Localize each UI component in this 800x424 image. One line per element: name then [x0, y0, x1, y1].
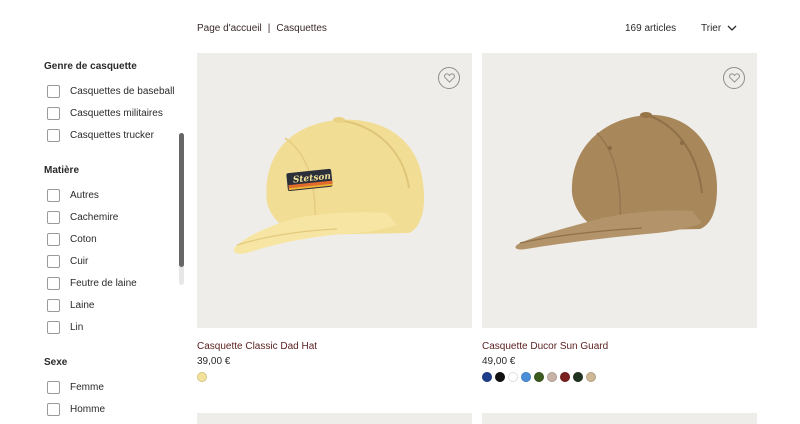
product-image-next-row[interactable]: [197, 413, 472, 424]
checkbox[interactable]: [47, 277, 60, 290]
filter-option-lin[interactable]: Lin: [47, 321, 83, 334]
sort-label: Trier: [701, 23, 722, 34]
color-swatch[interactable]: [586, 372, 596, 382]
filter-scrollbar-thumb[interactable]: [179, 133, 184, 267]
results-count: 169 articles: [625, 23, 677, 34]
breadcrumb-current: Casquettes: [276, 23, 327, 34]
sort-button[interactable]: Trier: [701, 23, 737, 34]
checkbox[interactable]: [47, 107, 60, 120]
color-swatch[interactable]: [521, 372, 531, 382]
product-price: 39,00 €: [197, 356, 231, 367]
filter-group-title-genre: Genre de casquette: [44, 61, 137, 72]
checkbox[interactable]: [47, 189, 60, 202]
product-image[interactable]: Stetson: [197, 53, 472, 328]
filter-option-label: Casquettes militaires: [70, 108, 163, 119]
filter-option-femme[interactable]: Femme: [47, 381, 104, 394]
color-swatch[interactable]: [560, 372, 570, 382]
filter-option-feutre[interactable]: Feutre de laine: [47, 277, 137, 290]
filter-group-title-sexe: Sexe: [44, 357, 68, 368]
product-image-next-row[interactable]: [482, 413, 757, 424]
filter-option-autres[interactable]: Autres: [47, 189, 99, 202]
brown-cap-image: [515, 112, 717, 250]
color-swatch[interactable]: [482, 372, 492, 382]
checkbox[interactable]: [47, 299, 60, 312]
filter-option-label: Lin: [70, 322, 84, 333]
filter-option-trucker[interactable]: Casquettes trucker: [47, 129, 154, 142]
filter-option-label: Femme: [70, 382, 104, 393]
filter-option-label: Cuir: [70, 256, 89, 267]
breadcrumb-home-link[interactable]: Page d'accueil: [197, 23, 262, 34]
color-swatch[interactable]: [547, 372, 557, 382]
color-swatch[interactable]: [534, 372, 544, 382]
wishlist-heart-button[interactable]: [723, 67, 745, 89]
checkbox[interactable]: [47, 211, 60, 224]
yellow-cap-image: [233, 117, 425, 254]
color-swatches: [482, 372, 757, 382]
checkbox[interactable]: [47, 321, 60, 334]
color-swatch[interactable]: [197, 372, 207, 382]
filter-option-cuir[interactable]: Cuir: [47, 255, 88, 268]
filter-option-baseball[interactable]: Casquettes de baseball: [47, 85, 175, 98]
checkbox[interactable]: [47, 381, 60, 394]
product-card[interactable]: Stetson Casquette Classic Dad Hat 39,00 …: [197, 53, 472, 382]
filter-option-label: Autres: [70, 190, 99, 201]
filter-option-label: Cachemire: [70, 212, 119, 223]
filter-option-label: Casquettes de baseball: [70, 86, 175, 97]
results-toolbar: Page d'accueil | Casquettes 169 articles…: [197, 22, 757, 38]
checkbox[interactable]: [47, 85, 60, 98]
wishlist-heart-button[interactable]: [438, 67, 460, 89]
product-card[interactable]: Casquette Ducor Sun Guard 49,00 €: [482, 53, 757, 382]
breadcrumb-separator: |: [267, 23, 271, 34]
product-image[interactable]: [482, 53, 757, 328]
filter-option-label: Homme: [70, 404, 106, 415]
product-price: 49,00 €: [482, 356, 516, 367]
filter-sidebar: Genre de casquette Casquettes de basebal…: [0, 50, 190, 424]
filter-option-label: Coton: [70, 234, 97, 245]
color-swatch[interactable]: [573, 372, 583, 382]
breadcrumb: Page d'accueil | Casquettes: [197, 23, 327, 34]
color-swatch[interactable]: [508, 372, 518, 382]
filter-option-coton[interactable]: Coton: [47, 233, 97, 246]
checkbox[interactable]: [47, 129, 60, 142]
filter-option-homme[interactable]: Homme: [47, 403, 105, 416]
checkbox[interactable]: [47, 403, 60, 416]
heart-icon: [443, 73, 455, 83]
product-name[interactable]: Casquette Classic Dad Hat: [197, 341, 472, 352]
filter-option-label: Casquettes trucker: [70, 130, 154, 141]
chevron-down-icon: [727, 25, 737, 31]
filter-option-laine[interactable]: Laine: [47, 299, 94, 312]
product-name[interactable]: Casquette Ducor Sun Guard: [482, 341, 757, 352]
checkbox[interactable]: [47, 255, 60, 268]
heart-icon: [728, 73, 740, 83]
filter-option-label: Feutre de laine: [70, 278, 137, 289]
color-swatch[interactable]: [495, 372, 505, 382]
checkbox[interactable]: [47, 233, 60, 246]
filter-group-title-matiere: Matière: [44, 165, 80, 176]
filter-option-label: Laine: [70, 300, 95, 311]
color-swatches: [197, 372, 472, 382]
filter-option-cachemire[interactable]: Cachemire: [47, 211, 118, 224]
filter-option-militaires[interactable]: Casquettes militaires: [47, 107, 163, 120]
